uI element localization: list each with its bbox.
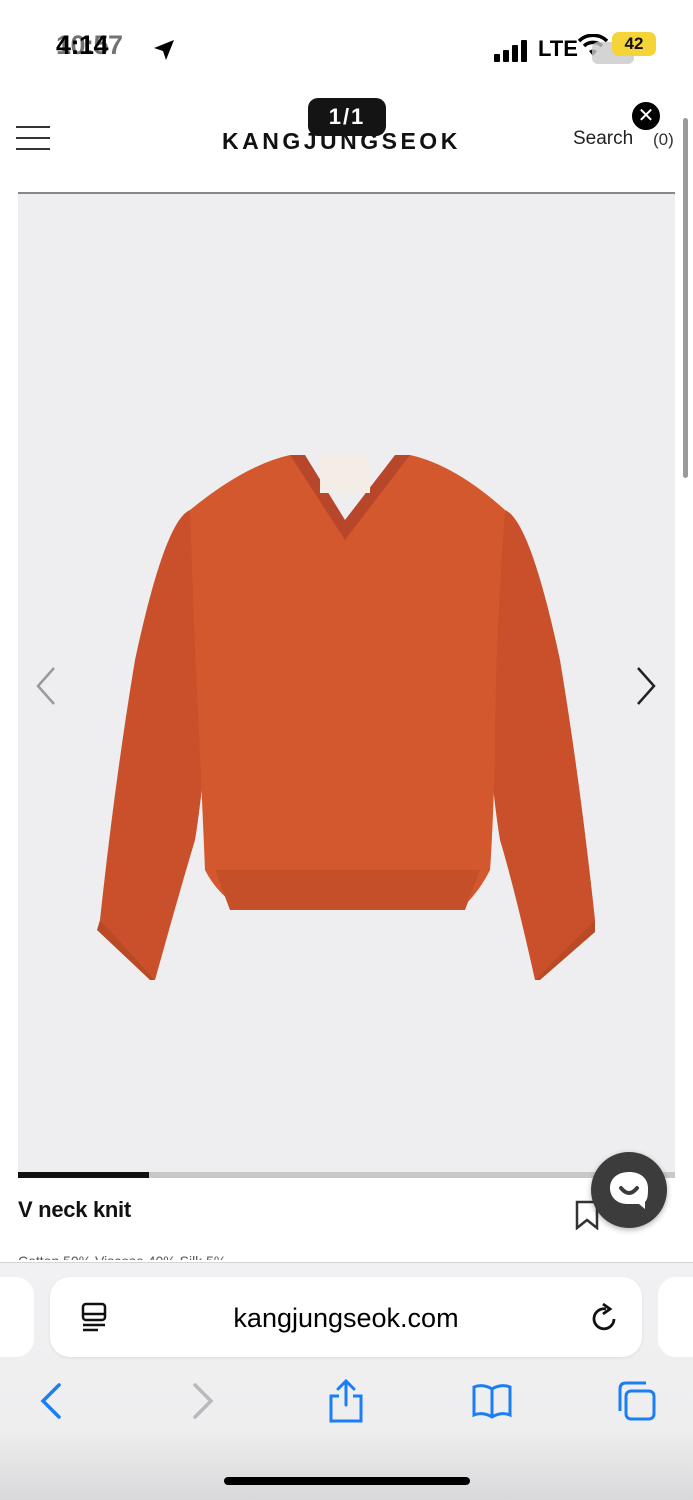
battery-icon: 42 — [612, 32, 656, 56]
close-icon[interactable]: ✕ — [630, 100, 662, 132]
hamburger-menu-icon[interactable] — [16, 126, 50, 152]
chat-button[interactable] — [591, 1152, 667, 1228]
next-tab-peek[interactable] — [658, 1277, 693, 1357]
cellular-signal-icon — [494, 40, 527, 62]
scrollbar[interactable] — [683, 118, 688, 478]
slide-progress-fill — [18, 1172, 150, 1178]
chevron-right-icon[interactable] — [630, 662, 662, 710]
tabs-icon[interactable] — [618, 1379, 658, 1423]
location-arrow-icon — [154, 40, 174, 60]
product-description-peek: Cotton 50% Viscose 40% Silk 5% — [18, 1250, 226, 1260]
url-text: kangjungseok.com — [233, 1303, 459, 1333]
forward-icon[interactable] — [182, 1379, 222, 1423]
previous-tab-peek[interactable] — [0, 1277, 34, 1357]
slide-progress-track — [18, 1172, 675, 1178]
address-bar[interactable]: kangjungseok.com — [50, 1277, 642, 1357]
bookmarks-icon[interactable] — [472, 1379, 512, 1423]
reload-icon[interactable] — [590, 1301, 620, 1333]
home-indicator[interactable] — [224, 1477, 470, 1485]
image-counter-badge: 1/1 — [308, 98, 386, 136]
share-icon[interactable] — [326, 1379, 366, 1423]
status-time: 10:57 4:14 — [56, 30, 123, 61]
browser-chrome: kangjungseok.com — [0, 1262, 693, 1500]
product-image — [97, 455, 595, 980]
search-link[interactable]: Search — [573, 128, 633, 150]
chevron-left-icon[interactable] — [30, 662, 62, 710]
chat-bubble-icon — [610, 1172, 648, 1209]
network-label: LTE — [538, 36, 578, 61]
cart-count[interactable]: (0) — [653, 130, 674, 150]
back-icon[interactable] — [32, 1379, 72, 1423]
status-time-overlay: 10:57 — [56, 30, 123, 60]
product-title: V neck knit — [18, 1197, 131, 1222]
